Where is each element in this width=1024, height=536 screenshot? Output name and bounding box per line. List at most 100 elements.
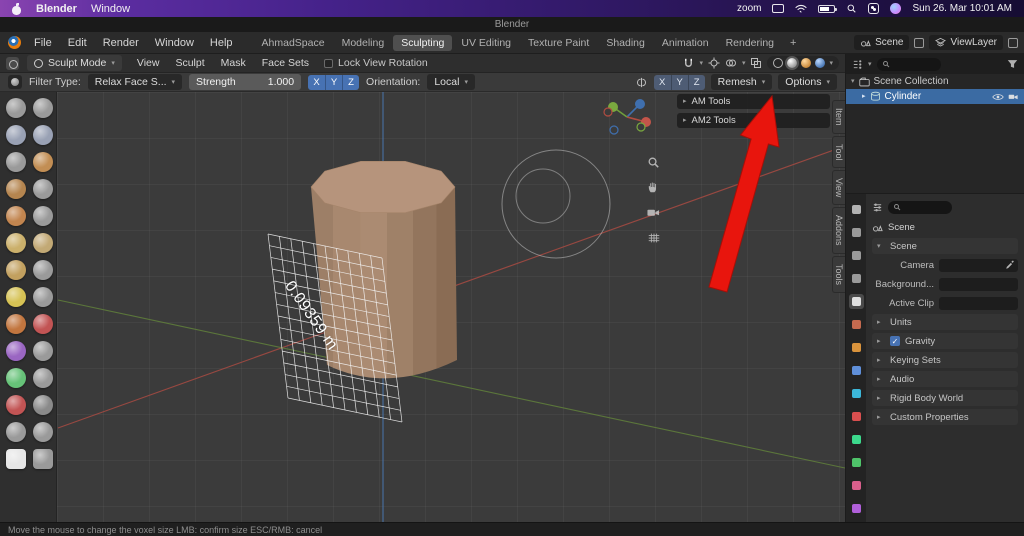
menu-window[interactable]: Window	[148, 35, 201, 51]
filter-axis-x[interactable]: X	[308, 74, 326, 90]
symmetry-axis-y[interactable]: Y	[670, 74, 688, 90]
snap-magnet-icon[interactable]	[683, 58, 694, 69]
workspace-tab-ahmadspace[interactable]: AhmadSpace	[254, 35, 333, 51]
properties-tab-material[interactable]	[849, 478, 864, 493]
properties-tab-output[interactable]	[849, 248, 864, 263]
properties-tab-physics[interactable]	[849, 409, 864, 424]
brush-icon-15[interactable]	[6, 287, 26, 307]
remesh-dropdown[interactable]: Remesh ▾	[710, 74, 773, 90]
outliner-search[interactable]	[876, 57, 941, 71]
brush-icon-6[interactable]	[33, 152, 53, 172]
properties-tab-modifiers[interactable]	[849, 363, 864, 378]
menubar-clock[interactable]: Sun 26. Mar 10:01 AM	[912, 3, 1012, 14]
brush-icon-18[interactable]	[33, 314, 53, 334]
zoom-icon[interactable]	[645, 154, 662, 171]
lock-view-rotation-toggle[interactable]: Lock View Rotation	[324, 57, 428, 69]
panel-am2-tools[interactable]: ▸ AM2 Tools	[677, 113, 830, 128]
scene-selector[interactable]: Scene	[854, 35, 910, 50]
properties-tab-particles[interactable]	[849, 386, 864, 401]
render-visibility-camera-icon[interactable]	[1008, 92, 1019, 101]
panel-header-scene[interactable]: ▾ Scene	[872, 238, 1018, 254]
viewport-menu-face-sets[interactable]: Face Sets	[255, 55, 316, 71]
strength-slider[interactable]: Strength 1.000	[189, 74, 302, 90]
brush-icon-26[interactable]	[33, 422, 53, 442]
brush-icon-24[interactable]	[33, 395, 53, 415]
rendered-shading-icon[interactable]	[815, 58, 826, 68]
brush-icon-5[interactable]	[6, 152, 26, 172]
brush-icon-3[interactable]	[6, 125, 26, 145]
symmetry-axis-x[interactable]: X	[653, 74, 671, 90]
brush-icon-13[interactable]	[6, 260, 26, 280]
new-scene-button[interactable]	[914, 37, 925, 48]
properties-tab-view-layer[interactable]	[849, 271, 864, 286]
panel-header-rigid-body-world[interactable]: ▸ Rigid Body World	[872, 390, 1018, 406]
workspace-tab-texture-paint[interactable]: Texture Paint	[520, 35, 597, 51]
brush-icon-2[interactable]	[33, 98, 53, 118]
app-menu[interactable]: Blender	[36, 3, 77, 15]
workspace-tab-animation[interactable]: Animation	[654, 35, 717, 51]
brush-icon-4[interactable]	[33, 125, 53, 145]
mode-selector[interactable]: Sculpt Mode ▾	[27, 55, 122, 71]
battery-icon[interactable]	[818, 4, 838, 13]
menu-edit[interactable]: Edit	[61, 35, 94, 51]
filter-axis-y[interactable]: Y	[325, 74, 343, 90]
spotlight-search-icon[interactable]	[846, 3, 857, 14]
xray-icon[interactable]	[750, 57, 762, 69]
brush-icon-7[interactable]	[6, 179, 26, 199]
blender-logo-icon[interactable]	[8, 36, 21, 49]
properties-tab-object-data[interactable]	[849, 455, 864, 470]
brush-icon-28[interactable]	[33, 449, 53, 469]
workspace-tab-uv-editing[interactable]: UV Editing	[453, 35, 519, 51]
panel-header-gravity[interactable]: ▸ ✓ Gravity	[872, 333, 1018, 349]
gizmo-toggle-icon[interactable]	[708, 57, 720, 69]
orientation-dropdown[interactable]: Local ▾	[427, 74, 475, 90]
editor-type-icon[interactable]	[6, 56, 19, 70]
panel-header-audio[interactable]: ▸ Audio	[872, 371, 1018, 387]
viewport-menu-sculpt[interactable]: Sculpt	[168, 55, 211, 71]
wireframe-shading-icon[interactable]	[773, 58, 784, 68]
viewlayer-selector[interactable]: ViewLayer	[929, 35, 1003, 50]
window-menu[interactable]: Window	[91, 3, 130, 15]
apple-menu-icon[interactable]	[12, 2, 22, 15]
workspace-tab-rendering[interactable]: Rendering	[718, 35, 782, 51]
brush-icon-22[interactable]	[33, 368, 53, 388]
brush-icon-20[interactable]	[33, 341, 53, 361]
gravity-checkbox[interactable]: ✓	[890, 336, 900, 346]
brush-icon-12[interactable]	[33, 233, 53, 253]
overlays-icon[interactable]	[725, 57, 737, 69]
panel-header-keying-sets[interactable]: ▸ Keying Sets	[872, 352, 1018, 368]
filter-axis-z[interactable]: Z	[342, 74, 360, 90]
workspace-tab-shading[interactable]: Shading	[598, 35, 653, 51]
filter-funnel-icon[interactable]	[1007, 59, 1018, 69]
ortho-grid-icon[interactable]	[645, 229, 662, 246]
sidebar-tab-tool[interactable]: Tool	[832, 135, 845, 169]
properties-tab-render[interactable]	[849, 225, 864, 240]
outliner-cylinder-row[interactable]: ▸ Cylinder	[846, 89, 1024, 104]
menu-file[interactable]: File	[27, 35, 59, 51]
add-workspace-button[interactable]: +	[784, 35, 802, 51]
solid-shading-icon[interactable]	[787, 58, 798, 68]
workspace-tab-sculpting[interactable]: Sculpting	[393, 34, 453, 51]
properties-tab-constraints[interactable]	[849, 432, 864, 447]
active-tool-icon[interactable]	[8, 75, 22, 89]
viewport-menu-view[interactable]: View	[130, 55, 167, 71]
property-value-active-clip[interactable]	[939, 296, 1018, 310]
properties-search[interactable]	[888, 200, 952, 214]
brush-icon-14[interactable]	[33, 260, 53, 280]
brush-icon-23[interactable]	[6, 395, 26, 415]
zoom-menu-item[interactable]: zoom	[737, 3, 761, 14]
symmetry-axis-z[interactable]: Z	[687, 74, 705, 90]
brush-icon-1[interactable]	[6, 98, 26, 118]
sidebar-tab-addons[interactable]: Addons	[832, 207, 845, 254]
properties-tab-texture[interactable]	[849, 501, 864, 516]
outliner-editor-icon[interactable]	[852, 59, 863, 70]
brush-icon-19[interactable]	[6, 341, 26, 361]
properties-tab-tool[interactable]	[849, 202, 864, 217]
wifi-icon[interactable]	[795, 4, 808, 13]
camera-view-icon[interactable]	[645, 204, 662, 221]
panel-header-units[interactable]: ▸ Units	[872, 314, 1018, 330]
brush-icon-25[interactable]	[6, 422, 26, 442]
panel-header-custom-properties[interactable]: ▸ Custom Properties	[872, 409, 1018, 425]
visibility-eye-icon[interactable]	[992, 93, 1004, 101]
properties-tab-world[interactable]	[849, 317, 864, 332]
